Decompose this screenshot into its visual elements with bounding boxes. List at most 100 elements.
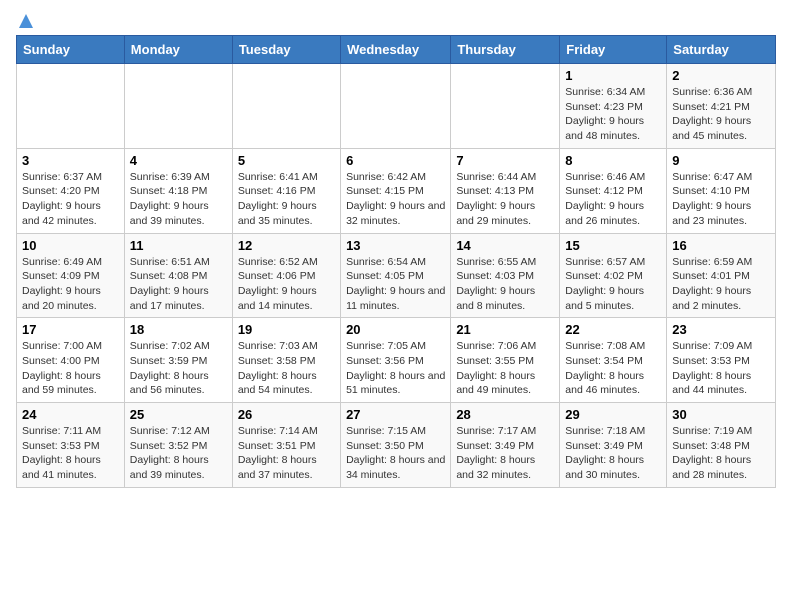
day-info: Sunrise: 7:12 AMSunset: 3:52 PMDaylight:… [130, 424, 227, 483]
week-row-2: 10 Sunrise: 6:49 AMSunset: 4:09 PMDayligh… [17, 233, 776, 318]
day-cell: 24 Sunrise: 7:11 AMSunset: 3:53 PMDayligh… [17, 403, 125, 488]
day-number: 24 [22, 407, 119, 422]
day-cell [341, 64, 451, 149]
day-number: 16 [672, 238, 770, 253]
day-number: 6 [346, 153, 445, 168]
day-cell: 28 Sunrise: 7:17 AMSunset: 3:49 PMDayligh… [451, 403, 560, 488]
day-cell: 18Sunrise: 7:02 AMSunset: 3:59 PMDayligh… [124, 318, 232, 403]
header [16, 16, 776, 27]
day-cell: 25 Sunrise: 7:12 AMSunset: 3:52 PMDayligh… [124, 403, 232, 488]
day-number: 27 [346, 407, 445, 422]
day-info: Sunrise: 6:37 AMSunset: 4:20 PMDaylight:… [22, 170, 119, 229]
day-number: 5 [238, 153, 335, 168]
day-info: Sunrise: 7:00 AMSunset: 4:00 PMDaylight:… [22, 339, 119, 398]
day-cell: 4 Sunrise: 6:39 AMSunset: 4:18 PMDaylight… [124, 148, 232, 233]
day-cell: 6 Sunrise: 6:42 AMSunset: 4:15 PMDaylight… [341, 148, 451, 233]
header-tuesday: Tuesday [232, 36, 340, 64]
week-row-4: 24 Sunrise: 7:11 AMSunset: 3:53 PMDayligh… [17, 403, 776, 488]
day-cell: 30 Sunrise: 7:19 AMSunset: 3:48 PMDayligh… [667, 403, 776, 488]
day-number: 10 [22, 238, 119, 253]
logo [16, 16, 33, 27]
header-sunday: Sunday [17, 36, 125, 64]
day-cell: 12 Sunrise: 6:52 AMSunset: 4:06 PMDayligh… [232, 233, 340, 318]
day-info: Sunrise: 7:03 AMSunset: 3:58 PMDaylight:… [238, 339, 335, 398]
day-cell: 11Sunrise: 6:51 AMSunset: 4:08 PMDayligh… [124, 233, 232, 318]
day-cell: 26 Sunrise: 7:14 AMSunset: 3:51 PMDayligh… [232, 403, 340, 488]
day-cell: 17Sunrise: 7:00 AMSunset: 4:00 PMDayligh… [17, 318, 125, 403]
day-number: 1 [565, 68, 661, 83]
day-number: 18 [130, 322, 227, 337]
day-info: Sunrise: 6:59 AMSunset: 4:01 PMDaylight:… [672, 255, 770, 314]
day-info: Sunrise: 7:17 AMSunset: 3:49 PMDaylight:… [456, 424, 554, 483]
day-info: Sunrise: 6:39 AMSunset: 4:18 PMDaylight:… [130, 170, 227, 229]
day-cell: 16 Sunrise: 6:59 AMSunset: 4:01 PMDayligh… [667, 233, 776, 318]
day-number: 14 [456, 238, 554, 253]
day-info: Sunrise: 6:34 AMSunset: 4:23 PMDaylight:… [565, 85, 661, 144]
day-cell [124, 64, 232, 149]
header-monday: Monday [124, 36, 232, 64]
day-number: 23 [672, 322, 770, 337]
day-info: Sunrise: 6:36 AMSunset: 4:21 PMDaylight:… [672, 85, 770, 144]
day-number: 28 [456, 407, 554, 422]
day-cell: 27 Sunrise: 7:15 AMSunset: 3:50 PMDayligh… [341, 403, 451, 488]
day-info: Sunrise: 6:54 AMSunset: 4:05 PMDaylight:… [346, 255, 445, 314]
header-saturday: Saturday [667, 36, 776, 64]
day-info: Sunrise: 6:46 AMSunset: 4:12 PMDaylight:… [565, 170, 661, 229]
day-cell: 22 Sunrise: 7:08 AMSunset: 3:54 PMDayligh… [560, 318, 667, 403]
day-cell [17, 64, 125, 149]
day-cell [451, 64, 560, 149]
week-row-1: 3 Sunrise: 6:37 AMSunset: 4:20 PMDaylight… [17, 148, 776, 233]
day-info: Sunrise: 7:06 AMSunset: 3:55 PMDaylight:… [456, 339, 554, 398]
day-number: 9 [672, 153, 770, 168]
day-info: Sunrise: 7:08 AMSunset: 3:54 PMDaylight:… [565, 339, 661, 398]
day-info: Sunrise: 6:41 AMSunset: 4:16 PMDaylight:… [238, 170, 335, 229]
day-number: 3 [22, 153, 119, 168]
week-row-0: 1 Sunrise: 6:34 AMSunset: 4:23 PMDaylight… [17, 64, 776, 149]
day-number: 30 [672, 407, 770, 422]
day-info: Sunrise: 6:49 AMSunset: 4:09 PMDaylight:… [22, 255, 119, 314]
week-row-3: 17Sunrise: 7:00 AMSunset: 4:00 PMDayligh… [17, 318, 776, 403]
day-number: 25 [130, 407, 227, 422]
day-cell: 10 Sunrise: 6:49 AMSunset: 4:09 PMDayligh… [17, 233, 125, 318]
day-info: Sunrise: 6:44 AMSunset: 4:13 PMDaylight:… [456, 170, 554, 229]
day-cell: 29 Sunrise: 7:18 AMSunset: 3:49 PMDayligh… [560, 403, 667, 488]
day-number: 4 [130, 153, 227, 168]
day-cell: 9Sunrise: 6:47 AMSunset: 4:10 PMDaylight… [667, 148, 776, 233]
day-cell [232, 64, 340, 149]
day-info: Sunrise: 7:18 AMSunset: 3:49 PMDaylight:… [565, 424, 661, 483]
day-info: Sunrise: 7:19 AMSunset: 3:48 PMDaylight:… [672, 424, 770, 483]
day-cell: 5 Sunrise: 6:41 AMSunset: 4:16 PMDaylight… [232, 148, 340, 233]
day-cell: 19 Sunrise: 7:03 AMSunset: 3:58 PMDayligh… [232, 318, 340, 403]
calendar-table: SundayMondayTuesdayWednesdayThursdayFrid… [16, 35, 776, 488]
day-info: Sunrise: 6:57 AMSunset: 4:02 PMDaylight:… [565, 255, 661, 314]
day-info: Sunrise: 6:52 AMSunset: 4:06 PMDaylight:… [238, 255, 335, 314]
header-wednesday: Wednesday [341, 36, 451, 64]
day-number: 19 [238, 322, 335, 337]
day-number: 29 [565, 407, 661, 422]
day-info: Sunrise: 7:11 AMSunset: 3:53 PMDaylight:… [22, 424, 119, 483]
day-number: 20 [346, 322, 445, 337]
day-number: 7 [456, 153, 554, 168]
day-cell: 1 Sunrise: 6:34 AMSunset: 4:23 PMDaylight… [560, 64, 667, 149]
day-cell: 21 Sunrise: 7:06 AMSunset: 3:55 PMDayligh… [451, 318, 560, 403]
day-number: 13 [346, 238, 445, 253]
day-info: Sunrise: 6:55 AMSunset: 4:03 PMDaylight:… [456, 255, 554, 314]
day-info: Sunrise: 7:09 AMSunset: 3:53 PMDaylight:… [672, 339, 770, 398]
day-info: Sunrise: 6:42 AMSunset: 4:15 PMDaylight:… [346, 170, 445, 229]
day-number: 12 [238, 238, 335, 253]
day-cell: 2 Sunrise: 6:36 AMSunset: 4:21 PMDaylight… [667, 64, 776, 149]
day-number: 21 [456, 322, 554, 337]
day-number: 8 [565, 153, 661, 168]
day-info: Sunrise: 7:15 AMSunset: 3:50 PMDaylight:… [346, 424, 445, 483]
day-info: Sunrise: 7:14 AMSunset: 3:51 PMDaylight:… [238, 424, 335, 483]
logo-triangle-icon [19, 14, 33, 33]
day-cell: 13 Sunrise: 6:54 AMSunset: 4:05 PMDayligh… [341, 233, 451, 318]
day-number: 22 [565, 322, 661, 337]
day-number: 26 [238, 407, 335, 422]
day-cell: 15Sunrise: 6:57 AMSunset: 4:02 PMDayligh… [560, 233, 667, 318]
header-thursday: Thursday [451, 36, 560, 64]
header-friday: Friday [560, 36, 667, 64]
day-info: Sunrise: 7:05 AMSunset: 3:56 PMDaylight:… [346, 339, 445, 398]
day-number: 2 [672, 68, 770, 83]
day-cell: 3 Sunrise: 6:37 AMSunset: 4:20 PMDaylight… [17, 148, 125, 233]
